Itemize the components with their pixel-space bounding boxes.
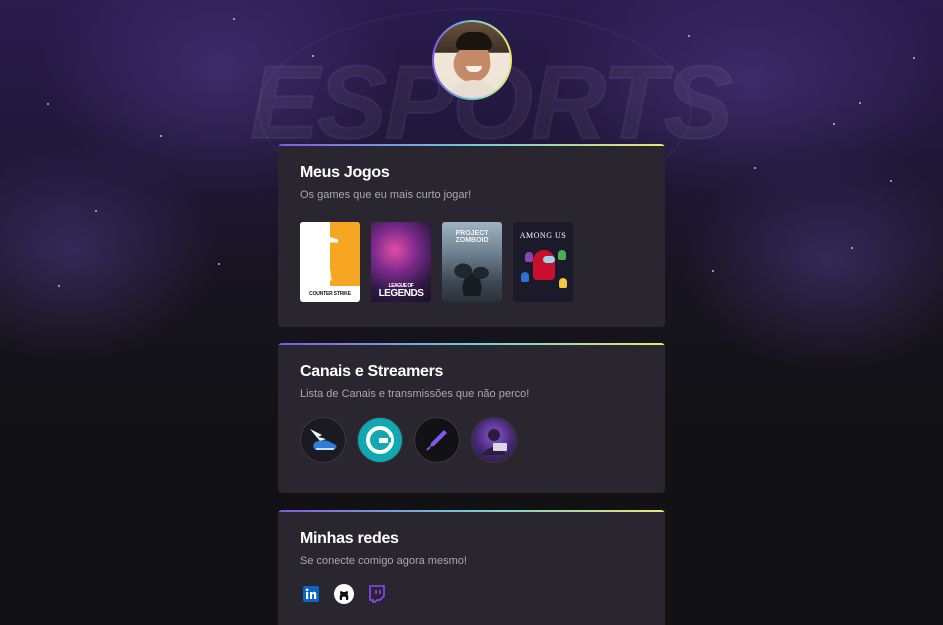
- star: [312, 55, 314, 57]
- star: [913, 57, 915, 59]
- star: [95, 210, 97, 212]
- channel-refresh-g[interactable]: [357, 417, 403, 463]
- star: [851, 247, 853, 249]
- profile-avatar: [432, 20, 512, 100]
- channel-streamer[interactable]: [471, 417, 517, 463]
- star: [833, 123, 835, 125]
- github-icon: [334, 584, 354, 604]
- twitch-link[interactable]: [366, 583, 388, 605]
- games-list: COUNTER STRIKE LEAGUE OF LEGENDS PROJECT…: [300, 222, 643, 302]
- socials-list: [300, 583, 643, 605]
- game-logo-text: PROJECT ZOMBOID: [455, 230, 489, 244]
- channel-rocket-pen[interactable]: [414, 417, 460, 463]
- game-league-of-legends[interactable]: LEAGUE OF LEGENDS: [371, 222, 431, 302]
- star: [218, 263, 220, 265]
- channels-card-subtitle: Lista de Canais e transmissões que não p…: [300, 388, 530, 400]
- star: [859, 102, 861, 104]
- star: [58, 285, 60, 287]
- star: [754, 167, 756, 169]
- channels-card-title: Canais e Streamers: [300, 363, 444, 380]
- game-counter-strike[interactable]: COUNTER STRIKE: [300, 222, 360, 302]
- game-logo-text: COUNTER STRIKE: [309, 291, 351, 297]
- avatar-photo: [434, 22, 510, 98]
- socials-card-title: Minhas redes: [300, 530, 399, 547]
- game-logo-text: LEAGUE OF LEGENDS: [378, 283, 424, 299]
- games-card-title: Meus Jogos: [300, 164, 390, 181]
- game-logo-text: AMONG US: [519, 231, 567, 240]
- game-project-zomboid[interactable]: PROJECT ZOMBOID: [442, 222, 502, 302]
- socials-card: Minhas redes Se conecte comigo agora mes…: [278, 510, 665, 625]
- channels-card: Canais e Streamers Lista de Canais e tra…: [278, 343, 665, 493]
- streamer-avatar-icon: [482, 429, 507, 455]
- github-link[interactable]: [333, 583, 355, 605]
- soldier-icon: [318, 230, 338, 281]
- channel-winged-shoe[interactable]: [300, 417, 346, 463]
- games-card-subtitle: Os games que eu mais curto jogar!: [300, 189, 472, 201]
- channels-list: [300, 417, 643, 463]
- star: [47, 103, 49, 105]
- star: [233, 18, 235, 20]
- star: [160, 135, 162, 137]
- twitch-icon: [369, 585, 385, 603]
- winged-shoe-icon: [310, 429, 337, 450]
- star: [890, 180, 892, 182]
- star: [712, 270, 714, 272]
- crewmate-icon: [533, 250, 555, 280]
- star: [688, 35, 690, 37]
- games-card: Meus Jogos Os games que eu mais curto jo…: [278, 144, 665, 327]
- socials-card-subtitle: Se conecte comigo agora mesmo!: [300, 555, 467, 567]
- rocket-pen-icon: [426, 430, 447, 451]
- linkedin-icon: [303, 586, 319, 602]
- linkedin-link[interactable]: [300, 583, 322, 605]
- refresh-g-icon: [366, 426, 394, 454]
- game-among-us[interactable]: AMONG US: [513, 222, 573, 302]
